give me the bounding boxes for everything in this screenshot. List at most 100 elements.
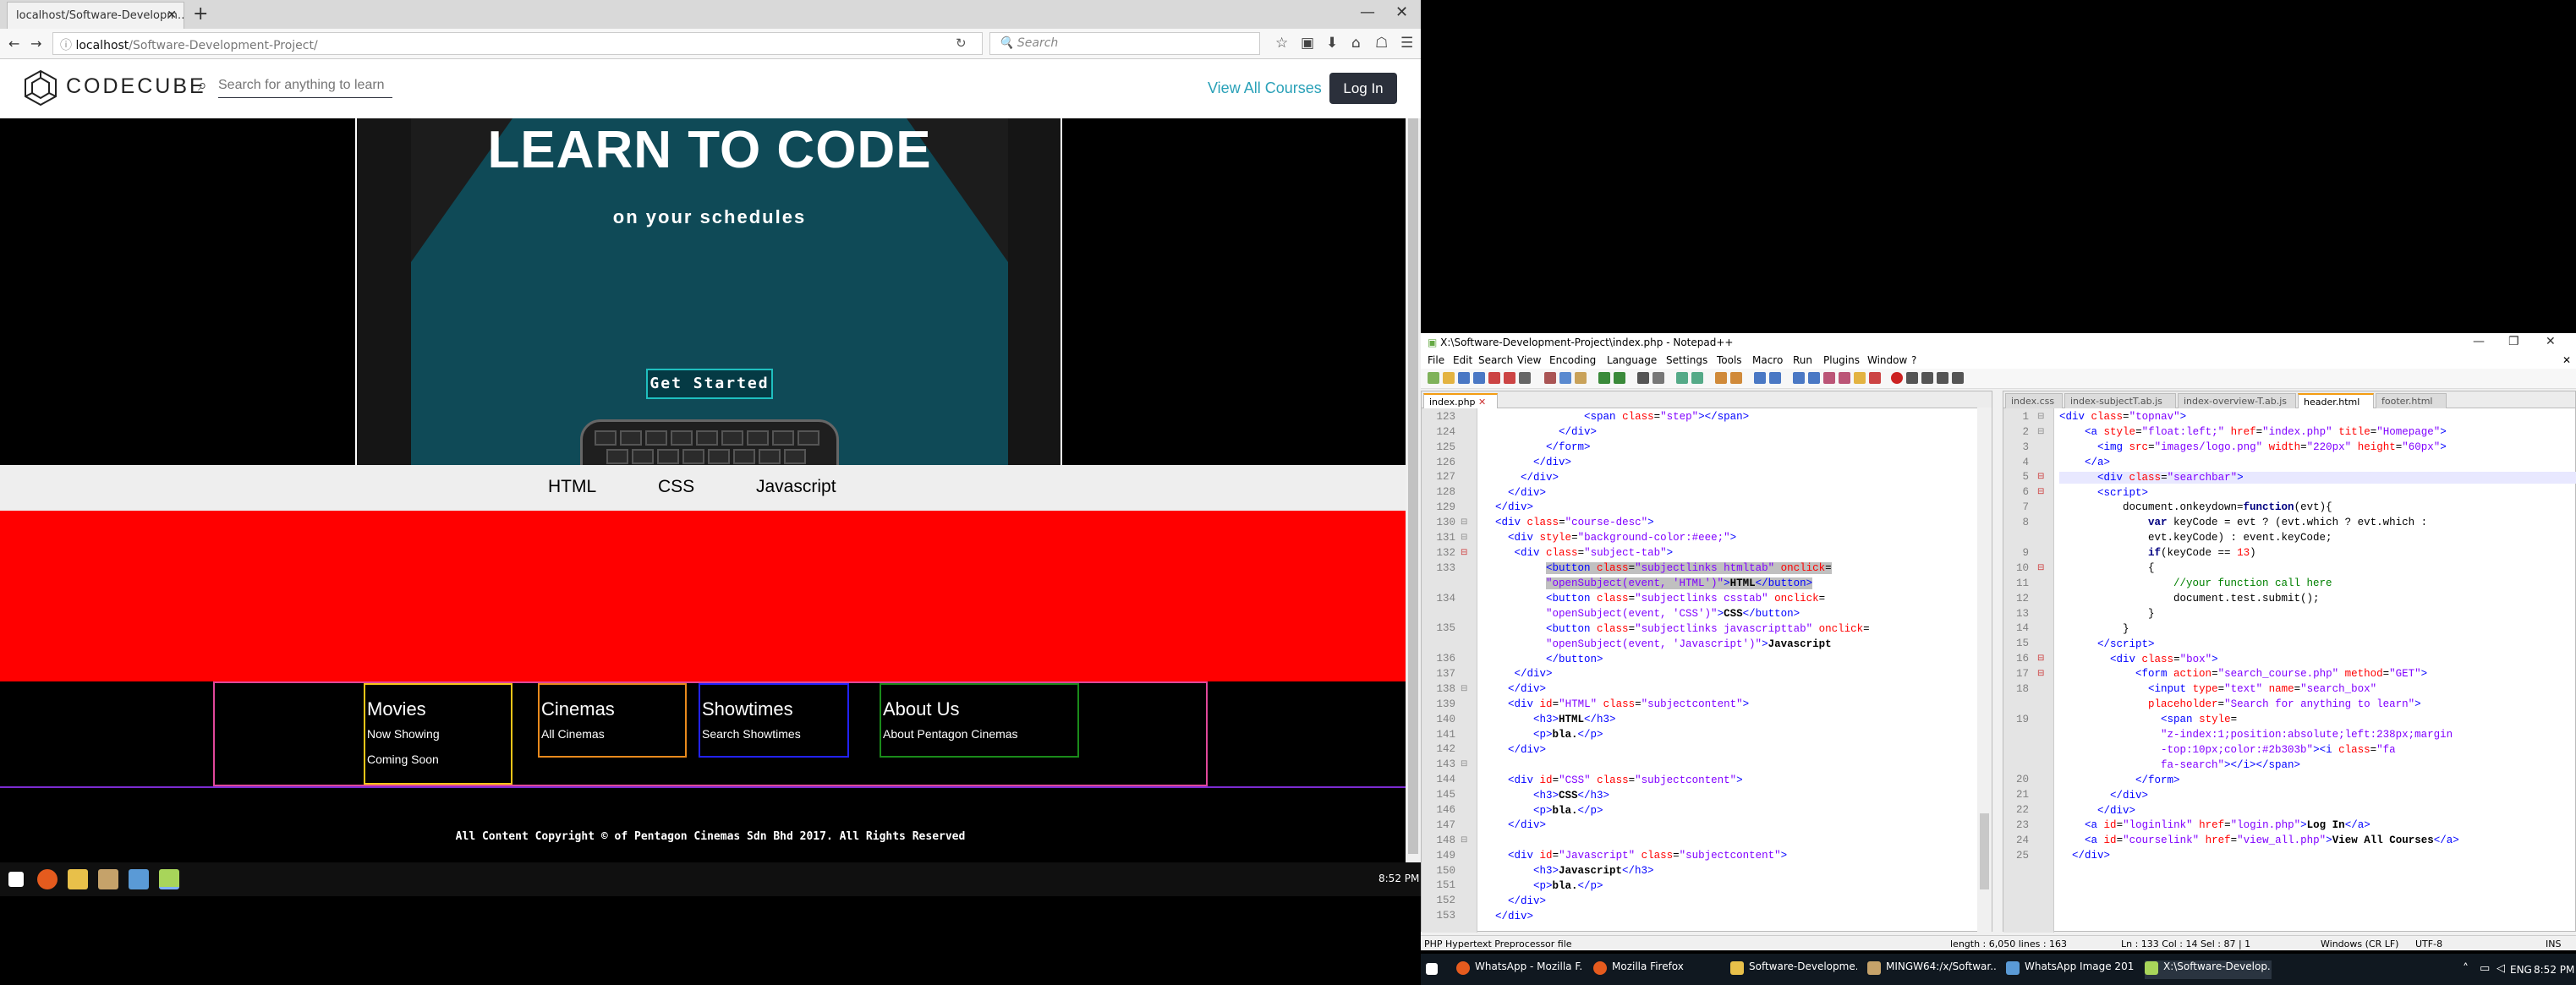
function-list-icon[interactable] [1839,372,1850,384]
clock[interactable]: 8:52 PM [2534,964,2574,976]
print-icon[interactable] [1519,372,1531,384]
editor-pane-left[interactable]: index.php ✕ 123 124 125 126 127 128 129 130 131 1… [1421,391,1992,933]
close-file-icon[interactable] [1488,372,1500,384]
menu-file[interactable]: File [1428,354,1444,366]
run-macro-multiple-icon[interactable] [1937,372,1948,384]
footer-link[interactable]: Coming Soon [365,752,511,766]
save-macro-icon[interactable] [1952,372,1964,384]
record-macro-icon[interactable] [1891,372,1903,384]
undo-icon[interactable] [1598,372,1610,384]
menu-view[interactable]: View [1517,354,1541,366]
folder-workspace-icon[interactable] [1854,372,1866,384]
info-icon[interactable]: ⓘ [60,39,75,52]
logo-text[interactable]: CODECUBE [66,74,206,99]
lang-icon[interactable] [1808,372,1820,384]
task-view-icon[interactable] [1426,960,1451,979]
subject-tab-css[interactable]: CSS [658,477,694,497]
open-file-icon[interactable] [1443,372,1455,384]
footer-link[interactable]: About Pentagon Cinemas [881,727,1077,741]
save-icon[interactable] [1458,372,1470,384]
show-all-chars-icon[interactable] [1769,372,1781,384]
close-all-icon[interactable] [1504,372,1515,384]
bookmark-star-icon[interactable]: ☆ [1275,35,1288,52]
browser-tab[interactable]: localhost/Software-Developm… ✕ [7,2,184,29]
firefox-taskbar-icon[interactable] [37,869,58,889]
close-icon[interactable]: ✕ [2546,335,2556,348]
close-tab-icon[interactable]: ✕ [167,8,177,22]
menu-encoding[interactable]: Encoding [1549,354,1596,366]
home-icon[interactable]: ⌂ [1351,35,1361,52]
get-started-button[interactable]: Get Started [646,369,773,399]
taskbar-item[interactable]: MINGW64:/x/Softwar... [1867,960,1996,979]
file-explorer-icon[interactable] [68,869,88,889]
taskbar-item[interactable]: Mozilla Firefox [1593,960,1720,979]
editor-tab[interactable]: index-overview-T.ab.js [2178,393,2296,408]
logo-cube-icon[interactable] [22,69,59,107]
footer-link[interactable]: Now Showing [365,727,511,741]
close-window-icon[interactable]: ✕ [1395,3,1408,21]
view-all-courses-link[interactable]: View All Courses [1208,79,1322,97]
paste-icon[interactable] [1575,372,1587,384]
doc-map-icon[interactable] [1823,372,1835,384]
subject-tab-html[interactable]: HTML [548,477,596,497]
tray-chevron-icon[interactable]: ˄ [2463,962,2469,976]
notepadpp-taskbar-icon[interactable] [159,869,179,889]
stop-macro-icon[interactable] [1906,372,1918,384]
footer-heading[interactable]: Showtimes [700,698,847,720]
replace-icon[interactable] [1652,372,1664,384]
minimize-icon[interactable]: — [1360,3,1375,21]
maximize-icon[interactable]: ❐ [2508,335,2519,348]
taskbar-item[interactable]: Software-Developme... [1730,960,1857,979]
library-icon[interactable]: ▣ [1301,35,1314,52]
editor-tab[interactable]: header.html [2298,393,2374,408]
scrollbar-thumb[interactable] [1980,813,1989,889]
editor-pane-right[interactable]: index.css index-subjectT.ab.js index-ove… [2003,391,2576,933]
monitoring-icon[interactable] [1869,372,1881,384]
new-tab-icon[interactable]: + [193,3,208,25]
sync-icon[interactable]: ☖ [1375,35,1388,52]
footer-heading[interactable]: Movies [365,698,511,720]
volume-icon[interactable]: ◁ [2497,962,2505,975]
redo-icon[interactable] [1614,372,1625,384]
search-input[interactable] [218,73,392,98]
footer-link[interactable]: Search Showtimes [700,727,847,741]
cut-icon[interactable] [1544,372,1556,384]
scrollbar-thumb[interactable] [1408,118,1418,854]
editor-tab[interactable]: index.php ✕ [1423,393,1498,408]
footer-link[interactable]: All Cinemas [540,727,685,741]
editor-tab[interactable]: index-subjectT.ab.js [2064,393,2176,408]
footer-heading[interactable]: Cinemas [540,698,685,720]
log-in-button[interactable]: Log In [1329,73,1397,104]
network-icon[interactable]: ▭ [2480,962,2490,975]
photos-icon[interactable] [129,869,149,889]
minimize-icon[interactable]: — [2473,335,2485,348]
language-indicator[interactable]: ENG [2510,964,2532,976]
reload-icon[interactable]: ↻ [956,36,967,51]
menu-window[interactable]: Window [1867,354,1907,366]
git-icon[interactable] [98,869,118,889]
menu-macro[interactable]: Macro [1752,354,1783,366]
url-bar[interactable]: ⓘ localhost/Software-Development-Project… [52,32,983,55]
footer-heading[interactable]: About Us [881,698,1077,720]
word-wrap-icon[interactable] [1754,372,1766,384]
copy-icon[interactable] [1559,372,1571,384]
zoom-out-icon[interactable] [1691,372,1703,384]
start-icon[interactable] [8,872,24,887]
editor-scrollbar-left[interactable] [1977,408,1992,932]
find-icon[interactable] [1637,372,1649,384]
download-icon[interactable]: ⬇ [1326,35,1338,52]
sync-horizontal-icon[interactable] [1730,372,1742,384]
taskbar-item[interactable]: WhatsApp Image 201... [2006,960,2135,979]
taskbar-item[interactable]: WhatsApp - Mozilla F... [1456,960,1583,979]
menu-help[interactable]: ? [1911,354,1916,366]
menu-edit[interactable]: Edit [1453,354,1472,366]
back-icon[interactable]: ← [8,36,19,52]
menu-run[interactable]: Run [1793,354,1812,366]
play-macro-icon[interactable] [1921,372,1933,384]
menu-search[interactable]: Search [1478,354,1513,366]
page-scrollbar[interactable] [1406,118,1421,862]
taskbar-item-active[interactable]: X:\Software-Develop... [2145,960,2272,979]
close-doc-icon[interactable]: ✕ [2562,354,2571,366]
code-text-right[interactable]: <div class="topnav"> <a style="float:lef… [2059,410,2576,864]
subject-tab-javascript[interactable]: Javascript [756,477,836,497]
